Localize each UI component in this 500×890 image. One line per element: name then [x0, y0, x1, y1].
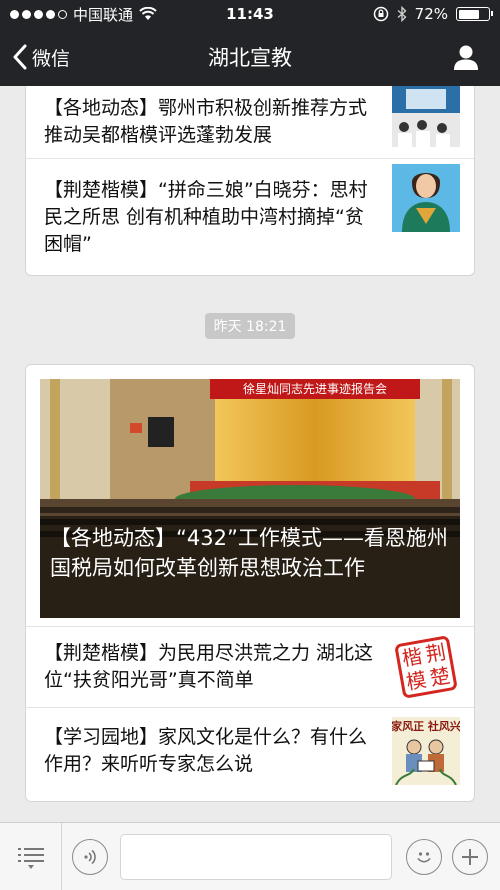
list-menu-icon — [17, 847, 44, 869]
article-item[interactable]: 【荆楚楷模】为民用尽洪荒之力 湖北这位“扶贫阳光哥”真不简单 楷 荆 模 楚 — [26, 626, 474, 707]
voice-button[interactable] — [72, 838, 108, 875]
article-thumbnail: 家风正 社风兴 — [392, 716, 460, 785]
article-title: 【荆楚楷模】为民用尽洪荒之力 湖北这位“扶贫阳光哥”真不简单 — [44, 642, 374, 691]
stage-banner: 徐星灿同志先进事迹报告会 — [243, 381, 387, 396]
back-label: 微信 — [32, 47, 71, 70]
article-thumbnail — [392, 164, 460, 232]
emoji-button[interactable] — [406, 838, 442, 875]
rotation-lock-icon — [373, 6, 388, 22]
top-bar: 中国联通 11:43 72% 微信 湖北宣教 — [0, 0, 500, 86]
menu-toggle-button[interactable] — [0, 822, 62, 890]
bluetooth-icon — [397, 6, 407, 22]
article-title: 【学习园地】家风文化是什么？有什么作用？来听听专家怎么说 — [44, 725, 368, 775]
page-title: 湖北宣教 — [208, 46, 292, 70]
featured-article[interactable]: 徐星灿同志先进事迹报告会 【各地动态】“432”工作模式——看恩施州国税局如何改… — [40, 379, 460, 618]
wifi-icon — [139, 7, 157, 20]
article-item[interactable]: 【学习园地】家风文化是什么？有什么作用？来听听专家怎么说 家风正 社风兴 — [26, 707, 474, 793]
svg-text:家风正 社风兴: 家风正 社风兴 — [392, 719, 460, 733]
article-item[interactable]: 【各地动态】鄂州市积极创新推荐方式 推动吴都楷模评选蓬勃发展 — [26, 86, 474, 158]
svg-text:模: 模 — [404, 667, 428, 694]
back-button[interactable]: 微信 — [0, 44, 70, 71]
article-title: 【各地动态】鄂州市积极创新推荐方式 推动吴都楷模评选蓬勃发展 — [44, 97, 368, 146]
plus-icon — [462, 848, 478, 865]
status-bar: 中国联通 11:43 72% — [0, 0, 500, 28]
smiley-icon — [417, 851, 431, 863]
article-title: 【荆楚楷模】“拼命三娘”白晓芬：思村民之所思 创有机种植助中湾村摘掉“贫困帽” — [44, 178, 368, 255]
chevron-left-icon — [13, 44, 27, 70]
featured-article-title: 【各地动态】“432”工作模式——看恩施州国税局如何改革创新思想政治工作 — [40, 516, 460, 618]
battery-icon — [456, 7, 493, 21]
voice-icon — [84, 849, 96, 864]
svg-text:楚: 楚 — [428, 663, 452, 690]
battery-percent: 72% — [414, 5, 448, 23]
article-thumbnail — [392, 86, 460, 147]
svg-text:楷: 楷 — [400, 644, 424, 671]
carrier-name: 中国联通 — [73, 5, 134, 24]
signal-strength-icon — [10, 9, 67, 19]
article-thumbnail: 楷 荆 模 楚 — [392, 633, 460, 701]
battery-fill — [458, 9, 480, 19]
profile-icon[interactable] — [452, 43, 480, 71]
nav-bar: 微信 湖北宣教 — [0, 28, 500, 86]
bottom-toolbar — [0, 822, 500, 890]
article-card: 【各地动态】鄂州市积极创新推荐方式 推动吴都楷模评选蓬勃发展 【荆楚楷模】“拼命… — [25, 86, 475, 276]
timestamp-divider: 昨天 18:21 — [0, 313, 500, 339]
more-button[interactable] — [452, 838, 488, 875]
svg-text:荆: 荆 — [424, 640, 448, 667]
timestamp: 昨天 18:21 — [204, 313, 296, 339]
article-item[interactable]: 【荆楚楷模】“拼命三娘”白晓芬：思村民之所思 创有机种植助中湾村摘掉“贫困帽” — [26, 158, 474, 275]
message-input[interactable] — [120, 833, 392, 880]
article-card: 徐星灿同志先进事迹报告会 【各地动态】“432”工作模式——看恩施州国税局如何改… — [25, 364, 475, 802]
